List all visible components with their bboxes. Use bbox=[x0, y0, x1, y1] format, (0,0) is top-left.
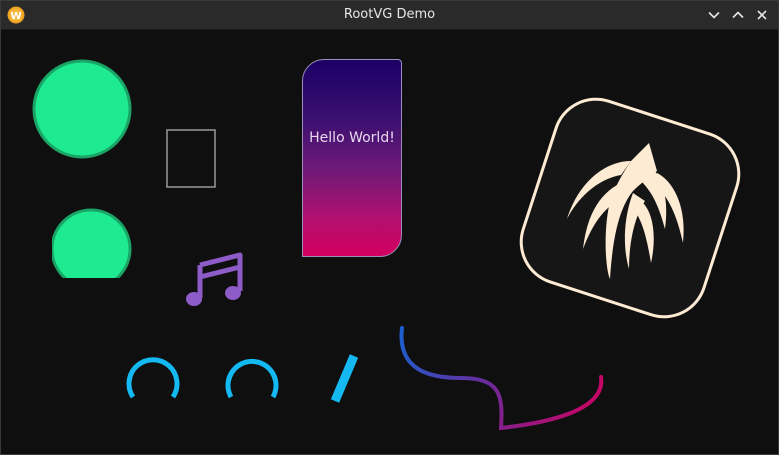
clipped-green-circle bbox=[52, 208, 132, 278]
close-button[interactable] bbox=[752, 5, 772, 25]
hello-world-text: Hello World! bbox=[309, 130, 395, 146]
hello-world-box: Hello World! bbox=[302, 59, 402, 257]
window-controls bbox=[704, 5, 772, 25]
app-window: W RootVG Demo Hello World! bbox=[0, 0, 779, 455]
outlined-rectangle bbox=[166, 129, 216, 188]
close-icon bbox=[757, 10, 767, 20]
green-circle bbox=[32, 59, 132, 159]
cyan-slanted-bar bbox=[330, 354, 359, 403]
maximize-button[interactable] bbox=[728, 5, 748, 25]
chevron-up-icon bbox=[732, 11, 744, 19]
titlebar[interactable]: W RootVG Demo bbox=[1, 1, 778, 30]
minimize-button[interactable] bbox=[704, 5, 724, 25]
chevron-down-icon bbox=[708, 11, 720, 19]
cyan-arc-left bbox=[126, 357, 180, 399]
cyan-arc-right bbox=[225, 358, 279, 399]
window-title: RootVG Demo bbox=[343, 7, 436, 22]
gradient-curve bbox=[399, 326, 604, 431]
music-note-icon bbox=[186, 252, 243, 306]
